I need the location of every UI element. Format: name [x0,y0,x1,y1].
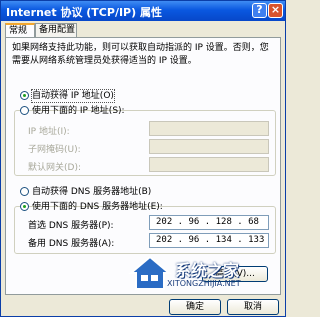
preferred-dns-label: 首选 DNS 服务器(P): [28,221,114,231]
help-button[interactable]: ? [252,3,267,18]
manual-dns-radio[interactable] [20,202,29,211]
auto-ip-label: 自动获得 IP 地址(O) [31,89,115,103]
tab-alternate-configuration[interactable]: 备用配置 [35,23,77,37]
manual-ip-option[interactable]: 使用下面的 IP 地址(S): [20,105,125,117]
window-title: Internet 协议 (TCP/IP) 属性 [6,6,162,19]
auto-dns-label: 自动获得 DNS 服务器地址(B) [32,187,152,197]
manual-dns-label: 使用下面的 DNS 服务器地址(E): [32,202,163,212]
tab-general[interactable]: 常规 [5,23,35,38]
cancel-button[interactable]: 取消 [227,299,279,315]
subnet-mask-input[interactable] [149,139,269,154]
default-gateway-input[interactable] [149,157,269,172]
ip-address-input[interactable] [149,121,269,136]
auto-dns-radio[interactable] [20,187,29,196]
manual-ip-radio[interactable] [20,106,29,115]
watermark: 系统之家 XITONGZHIJIA.NET [127,251,287,299]
watermark-url: XITONGZHIJIA.NET [167,279,241,288]
close-button[interactable]: × [268,3,283,18]
ip-address-label: IP 地址(I): [28,127,70,137]
alternate-dns-label: 备用 DNS 服务器(A): [28,239,115,249]
tcpip-properties-dialog: Internet 协议 (TCP/IP) 属性 ? × 常规 备用配置 如果网络… [0,0,286,317]
description-text: 如果网络支持此功能，则可以获取自动指派的 IP 设置。否则，您需要从网络系统管理… [12,43,269,66]
title-bar: Internet 协议 (TCP/IP) 属性 ? × [1,1,285,21]
default-gateway-label: 默认网关(D): [28,163,81,173]
manual-dns-option[interactable]: 使用下面的 DNS 服务器地址(E): [20,201,163,213]
preferred-dns-input[interactable]: 202 . 96 . 128 . 68 [149,215,269,230]
auto-ip-radio[interactable] [20,91,29,100]
subnet-mask-label: 子网掩码(U): [28,145,81,155]
alternate-dns-input[interactable]: 202 . 96 . 134 . 133 [149,233,269,248]
watermark-text: 系统之家 [175,261,240,280]
ok-button[interactable]: 确定 [169,299,221,315]
manual-ip-label: 使用下面的 IP 地址(S): [32,106,125,116]
